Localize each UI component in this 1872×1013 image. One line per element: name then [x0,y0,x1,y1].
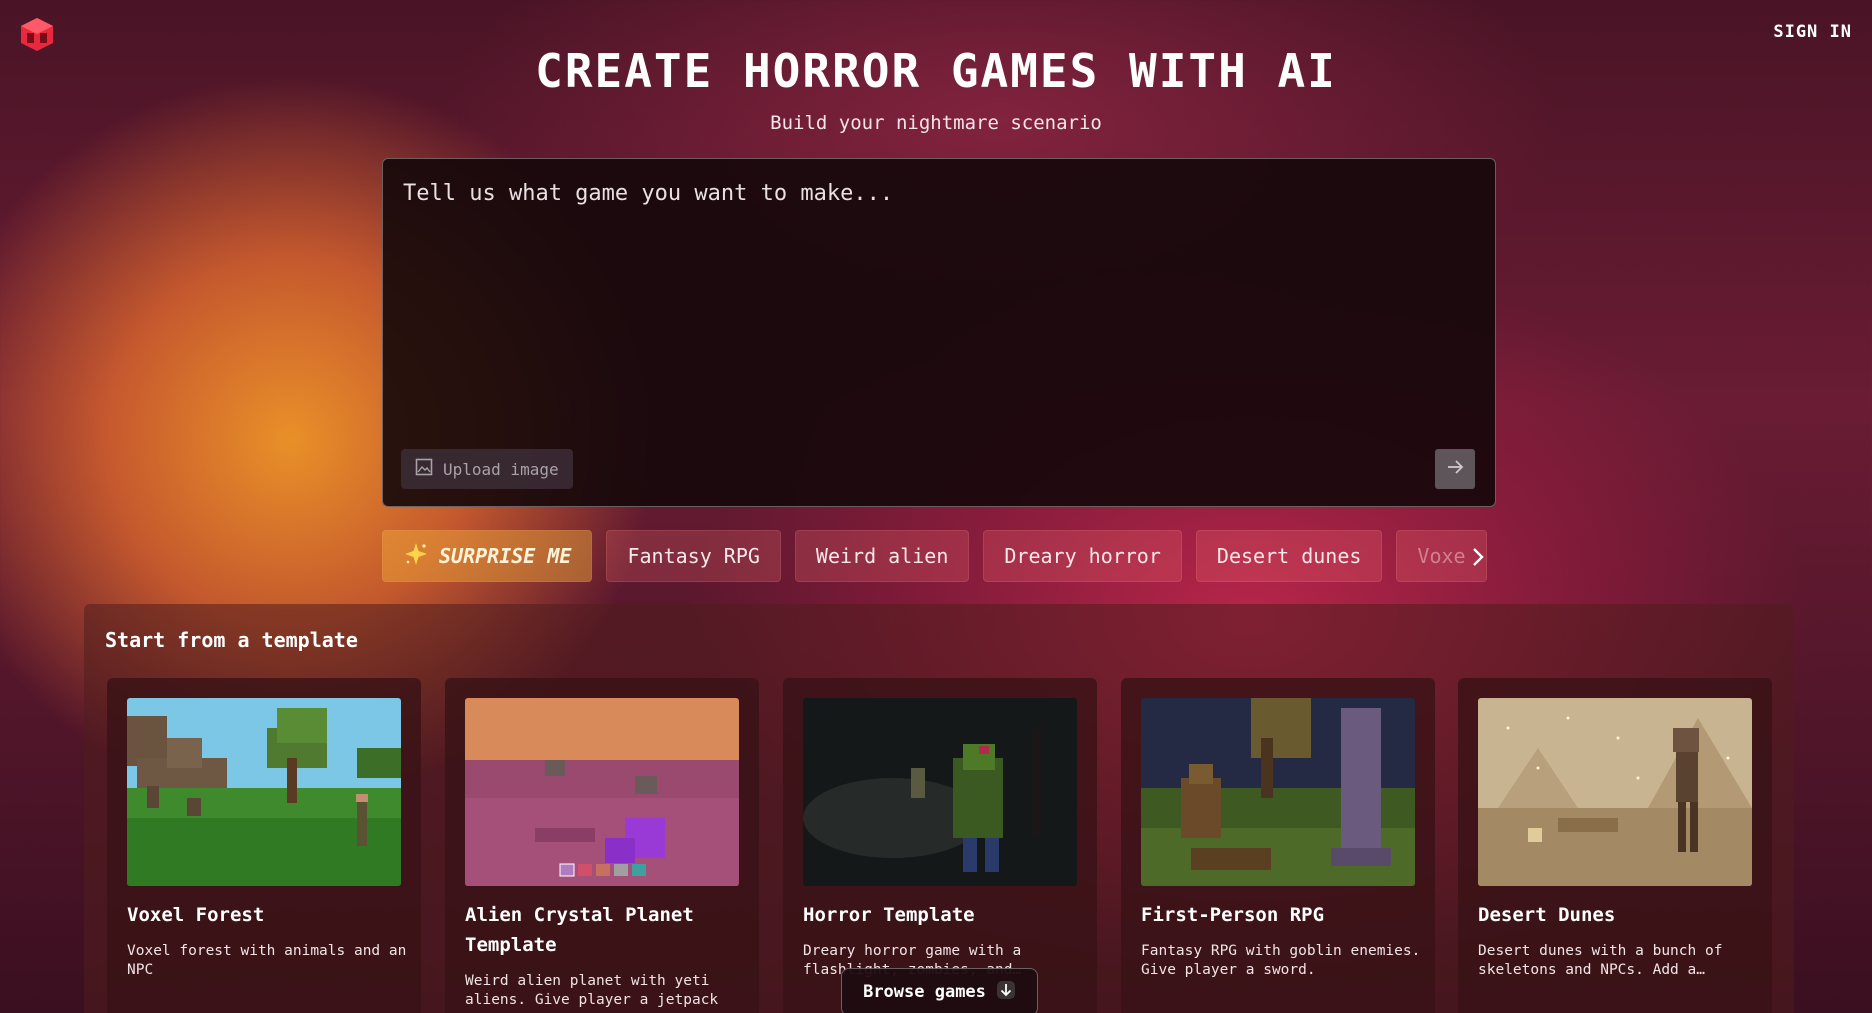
suggestion-chips: SURPRISE ME Fantasy RPG Weird alien Drea… [382,530,1496,584]
templates-heading: Start from a template [105,628,358,652]
template-title: Alien Crystal Planet Template [465,904,694,956]
chip-weird-alien[interactable]: Weird alien [794,530,970,582]
browse-games-label: Browse games [863,982,986,1002]
arrow-down-icon [996,980,1016,1005]
template-thumbnail [465,698,739,886]
template-thumbnail [803,698,1077,886]
template-description: Fantasy RPG with goblin enemies. Give pl… [1141,943,1421,978]
sign-in-button[interactable]: SIGN IN [1773,22,1852,42]
upload-image-button[interactable]: Upload image [401,449,573,489]
template-title: Voxel Forest [127,904,265,926]
chip-fantasy-rpg[interactable]: Fantasy RPG [606,530,781,582]
upload-image-label: Upload image [443,459,559,479]
chip-label: SURPRISE ME [439,544,572,568]
template-thumbnail [1478,698,1752,886]
templates-section: Start from a template Voxel Forest Voxel… [84,604,1794,1013]
template-card-first-person-rpg[interactable]: First-Person RPG Fantasy RPG with goblin… [1121,678,1435,1013]
chip-surprise-me[interactable]: SURPRISE ME [382,530,593,582]
template-thumbnail [1141,698,1415,886]
chip-dreary-horror[interactable]: Dreary horror [983,530,1182,582]
template-card-alien-crystal-planet[interactable]: Alien Crystal Planet Template Weird alie… [445,678,759,1013]
chip-label: Voxe [1417,544,1466,568]
chip-desert-dunes[interactable]: Desert dunes [1195,530,1383,582]
sparkle-icon [403,541,429,572]
arrow-right-icon [1445,457,1465,481]
game-prompt-input[interactable] [383,159,1495,439]
template-card-desert-dunes[interactable]: Desert Dunes Desert dunes with a bunch o… [1458,678,1772,1013]
template-title: Desert Dunes [1478,904,1616,926]
template-title: First-Person RPG [1141,904,1325,926]
template-thumbnail [127,698,401,886]
page-subtitle: Build your nightmare scenario [770,112,1102,134]
template-title: Horror Template [803,904,975,926]
template-description: Weird alien planet with yeti aliens. Giv… [465,973,719,1008]
image-icon [415,458,433,480]
chip-label: Dreary horror [1004,544,1161,568]
template-card-voxel-forest[interactable]: Voxel Forest Voxel forest with animals a… [107,678,421,1013]
chip-label: Desert dunes [1216,544,1362,568]
send-button[interactable] [1435,449,1475,489]
chip-label: Fantasy RPG [627,544,760,568]
template-description: Voxel forest with animals and an NPC [127,943,407,978]
template-description: Desert dunes with a bunch of skeletons a… [1478,943,1723,978]
chevron-right-icon[interactable] [1466,545,1490,569]
browse-games-button[interactable]: Browse games [841,968,1038,1013]
prompt-panel: Upload image [382,158,1496,507]
page-title: CREATE HORROR GAMES WITH AI [535,44,1337,98]
chip-label: Weird alien [815,544,949,568]
template-card-horror[interactable]: Horror Template Dreary horror game with … [783,678,1097,1013]
